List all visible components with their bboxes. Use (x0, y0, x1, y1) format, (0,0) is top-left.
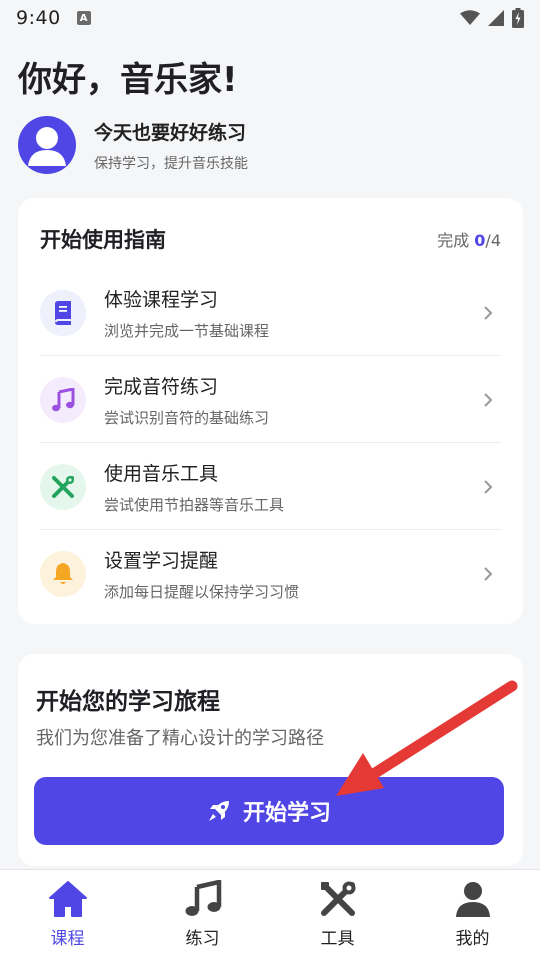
status-bar: 9:40 A (0, 0, 540, 36)
nav-item-practice[interactable]: 练习 (135, 870, 270, 960)
item-subtitle: 添加每日提醒以保持学习习惯 (104, 583, 300, 601)
nav-label: 工具 (320, 929, 355, 949)
chevron-right-icon (484, 305, 493, 320)
item-icon-wrap (40, 463, 86, 510)
progress-total: /4 (485, 231, 501, 250)
guide-title: 开始使用指南 (40, 228, 166, 252)
profile-section: 今天也要好好练习 保持学习，提升音乐技能 (18, 116, 248, 174)
guide-header: 开始使用指南 完成 0/4 (40, 224, 501, 254)
journey-card: 开始您的学习旅程 我们为您准备了精心设计的学习路径 开始学习 (18, 654, 523, 866)
item-icon-wrap (40, 551, 86, 597)
book-icon (55, 300, 71, 325)
item-subtitle: 尝试识别音符的基础练习 (104, 408, 270, 427)
progress-label: 完成 (437, 231, 475, 250)
home-icon (48, 881, 87, 917)
item-subtitle: 尝试使用节拍器等音乐工具 (104, 495, 285, 514)
bell-icon (53, 563, 73, 584)
item-icon-wrap (40, 289, 86, 336)
notification-icon: A (76, 11, 91, 25)
user-icon (28, 127, 66, 166)
tools-icon (52, 475, 74, 498)
journey-title: 开始您的学习旅程 (36, 689, 220, 715)
guide-item-reminder[interactable]: 设置学习提醒 添加每日提醒以保持学习习惯 (40, 531, 501, 617)
guide-item-course[interactable]: 体验课程学习 浏览并完成一节基础课程 (40, 270, 501, 356)
item-icon-wrap (40, 376, 86, 423)
nav-item-courses[interactable]: 课程 (0, 870, 135, 960)
status-icons (460, 8, 524, 28)
nav-item-profile[interactable]: 我的 (405, 870, 540, 960)
rocket-icon (208, 801, 229, 821)
profile-subtitle: 保持学习，提升音乐技能 (94, 155, 248, 172)
guide-progress: 完成 0/4 (437, 227, 501, 251)
item-title: 体验课程学习 (104, 288, 219, 311)
journey-subtitle: 我们为您准备了精心设计的学习路径 (36, 728, 324, 749)
item-title: 使用音乐工具 (104, 462, 219, 485)
guide-item-note-practice[interactable]: 完成音符练习 尝试识别音符的基础练习 (40, 357, 501, 443)
music-note-icon (52, 387, 75, 411)
guide-card: 开始使用指南 完成 0/4 体验课程学习 浏览并完成一节基础课程 完成音符练习 … (18, 198, 523, 624)
chevron-right-icon (484, 392, 493, 407)
page-title: 你好，音乐家! (18, 60, 238, 100)
start-learning-button[interactable]: 开始学习 (34, 777, 504, 845)
item-title: 设置学习提醒 (104, 550, 219, 572)
tools-icon (320, 881, 355, 916)
battery-icon (512, 8, 524, 28)
bottom-nav: 课程 练习 工具 我的 (0, 869, 540, 960)
nav-label: 课程 (50, 929, 85, 949)
nav-label: 我的 (455, 929, 490, 949)
item-subtitle: 浏览并完成一节基础课程 (104, 321, 270, 340)
music-note-icon (185, 880, 221, 916)
nav-item-tools[interactable]: 工具 (270, 870, 405, 960)
avatar[interactable] (18, 116, 76, 174)
chevron-right-icon (484, 479, 493, 494)
guide-item-music-tools[interactable]: 使用音乐工具 尝试使用节拍器等音乐工具 (40, 444, 501, 530)
nav-label: 练习 (185, 929, 220, 949)
status-time: 9:40 (16, 7, 61, 29)
signal-icon (488, 10, 504, 26)
user-icon (455, 882, 490, 917)
chevron-right-icon (484, 567, 493, 581)
profile-title: 今天也要好好练习 (94, 121, 247, 144)
wifi-icon (460, 10, 480, 25)
item-title: 完成音符练习 (104, 375, 219, 398)
progress-done-count: 0 (474, 231, 486, 250)
start-learning-label: 开始学习 (242, 801, 331, 826)
